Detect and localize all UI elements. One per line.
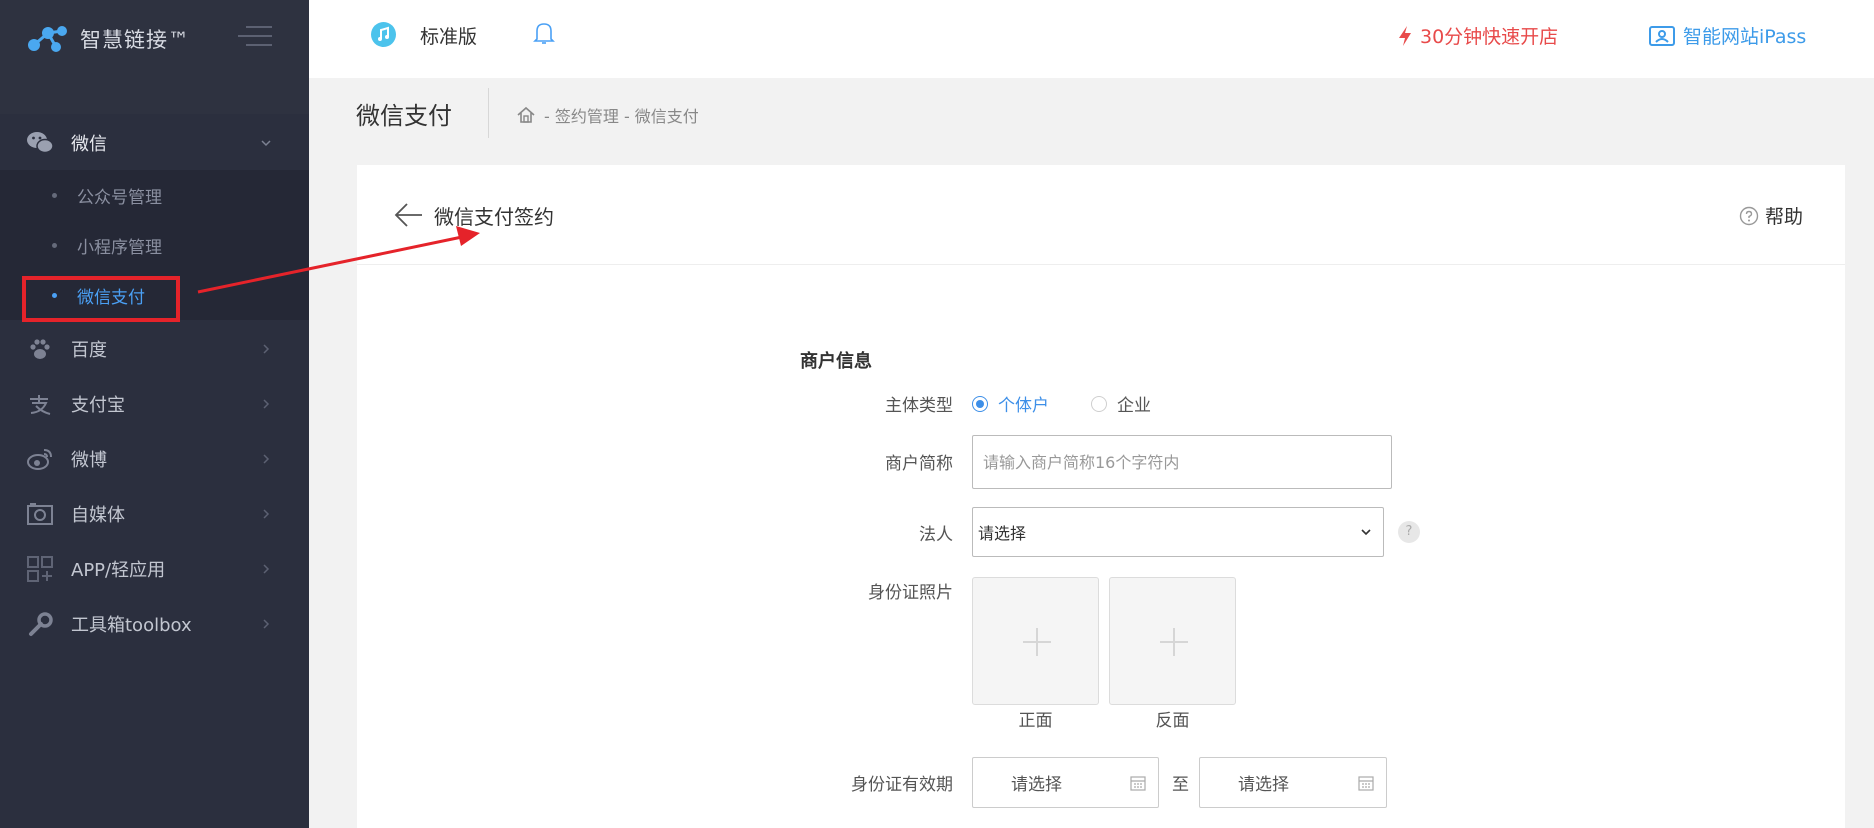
brand-name: 智慧链接™ bbox=[80, 28, 190, 52]
chevron-right-icon bbox=[263, 618, 270, 629]
id-back-caption: 反面 bbox=[1155, 711, 1190, 731]
sidebar-item-label: APP/轻应用 bbox=[71, 559, 166, 581]
logo-bar: 智慧链接™ bbox=[0, 0, 309, 78]
plus-icon bbox=[1023, 628, 1051, 656]
help-link[interactable]: 帮助 bbox=[1739, 202, 1803, 229]
content-card: 微信支付签约 帮助 商户信息 主体类型 个体户 企业 商户简称 法人 请选择 ?… bbox=[357, 165, 1845, 828]
id-validity-start-picker[interactable]: 请选择 bbox=[972, 757, 1159, 808]
id-validity-end-picker[interactable]: 请选择 bbox=[1199, 757, 1387, 808]
id-card-icon bbox=[1649, 25, 1675, 46]
app-grid-icon bbox=[27, 555, 53, 582]
sidebar-item-label: 微信 bbox=[71, 133, 107, 155]
edition-label[interactable]: 标准版 bbox=[420, 22, 477, 49]
subject-type-label: 主体类型 bbox=[885, 396, 953, 416]
breadcrumb-path[interactable]: - 签约管理 - 微信支付 bbox=[544, 103, 699, 127]
breadcrumb: - 签约管理 - 微信支付 bbox=[516, 103, 699, 127]
weibo-icon bbox=[27, 448, 52, 470]
radio-enterprise[interactable]: 企业 bbox=[1091, 391, 1151, 416]
sidebar-item-official-account[interactable]: 公众号管理 bbox=[0, 170, 309, 220]
short-name-label: 商户简称 bbox=[885, 454, 953, 474]
chevron-right-icon bbox=[263, 453, 270, 464]
sidebar-item-label: 百度 bbox=[71, 339, 107, 361]
back-arrow-icon[interactable] bbox=[393, 202, 423, 228]
divider bbox=[488, 88, 489, 138]
short-name-input[interactable] bbox=[972, 435, 1392, 489]
sidebar-item-label: 小程序管理 bbox=[77, 238, 162, 258]
range-separator: 至 bbox=[1172, 775, 1189, 795]
calendar-icon bbox=[1358, 776, 1374, 791]
section-title: 商户信息 bbox=[800, 351, 872, 372]
wrench-icon bbox=[29, 611, 53, 636]
radio-individual[interactable]: 个体户 bbox=[972, 391, 1049, 416]
sidebar-item-label: 支付宝 bbox=[71, 394, 125, 416]
music-note-icon bbox=[371, 22, 396, 47]
sidebar-item-label: 微博 bbox=[71, 449, 107, 471]
alipay-icon bbox=[30, 394, 51, 415]
chevron-right-icon bbox=[263, 563, 270, 574]
help-label: 帮助 bbox=[1765, 206, 1804, 228]
plus-icon bbox=[1160, 628, 1188, 656]
chevron-right-icon bbox=[263, 508, 270, 519]
sidebar-item-app[interactable]: APP/轻应用 bbox=[0, 541, 309, 596]
menu-toggle-icon[interactable] bbox=[238, 26, 272, 48]
page-title: 微信支付 bbox=[356, 102, 452, 130]
sidebar-item-label: 自媒体 bbox=[71, 504, 125, 526]
legal-person-label: 法人 bbox=[919, 525, 953, 545]
lightning-icon bbox=[1399, 25, 1411, 46]
bell-icon[interactable] bbox=[532, 20, 556, 46]
chevron-right-icon bbox=[263, 343, 270, 354]
ipass-link[interactable]: 智能网站iPass bbox=[1649, 22, 1806, 49]
quick-open-store-link[interactable]: 30分钟快速开店 bbox=[1397, 22, 1558, 49]
sidebar-item-wechat[interactable]: 微信 bbox=[0, 115, 309, 170]
sidebar-item-self-media[interactable]: 自媒体 bbox=[0, 486, 309, 541]
id-front-upload[interactable] bbox=[972, 577, 1099, 705]
camera-icon bbox=[27, 502, 53, 525]
sidebar: 智慧链接™ 微信 公众号管理 小程序管理 微信支付 百度 支付宝 微博 自媒体 … bbox=[0, 0, 309, 828]
brand-logo-icon bbox=[28, 26, 67, 52]
paw-icon bbox=[30, 338, 50, 359]
sidebar-item-toolbox[interactable]: 工具箱toolbox bbox=[0, 596, 309, 651]
id-back-upload[interactable] bbox=[1109, 577, 1236, 705]
card-title: 微信支付签约 bbox=[434, 205, 554, 229]
help-circle-icon bbox=[1739, 206, 1759, 225]
sidebar-item-weibo[interactable]: 微博 bbox=[0, 431, 309, 486]
home-icon[interactable] bbox=[516, 105, 536, 125]
card-header: 微信支付签约 帮助 bbox=[357, 165, 1845, 265]
id-validity-label: 身份证有效期 bbox=[851, 775, 953, 795]
ipass-label: 智能网站iPass bbox=[1683, 26, 1807, 48]
wechat-icon bbox=[27, 131, 54, 153]
id-front-caption: 正面 bbox=[1018, 711, 1053, 731]
question-icon[interactable]: ? bbox=[1398, 521, 1420, 543]
chevron-right-icon bbox=[263, 398, 270, 409]
sidebar-item-mini-program[interactable]: 小程序管理 bbox=[0, 220, 309, 270]
sidebar-item-label: 公众号管理 bbox=[77, 188, 162, 208]
chevron-down-icon bbox=[261, 139, 271, 146]
sidebar-item-alipay[interactable]: 支付宝 bbox=[0, 376, 309, 431]
legal-person-select[interactable]: 请选择 bbox=[972, 507, 1384, 557]
chevron-down-icon bbox=[1361, 529, 1371, 536]
sidebar-item-label: 工具箱toolbox bbox=[71, 614, 192, 636]
topbar: 标准版 30分钟快速开店 智能网站iPass bbox=[309, 0, 1874, 78]
sidebar-item-baidu[interactable]: 百度 bbox=[0, 321, 309, 376]
annotation-highlight-box bbox=[22, 276, 180, 322]
quick-open-store-label: 30分钟快速开店 bbox=[1420, 26, 1559, 48]
calendar-icon bbox=[1130, 776, 1146, 791]
id-photo-label: 身份证照片 bbox=[868, 583, 953, 603]
